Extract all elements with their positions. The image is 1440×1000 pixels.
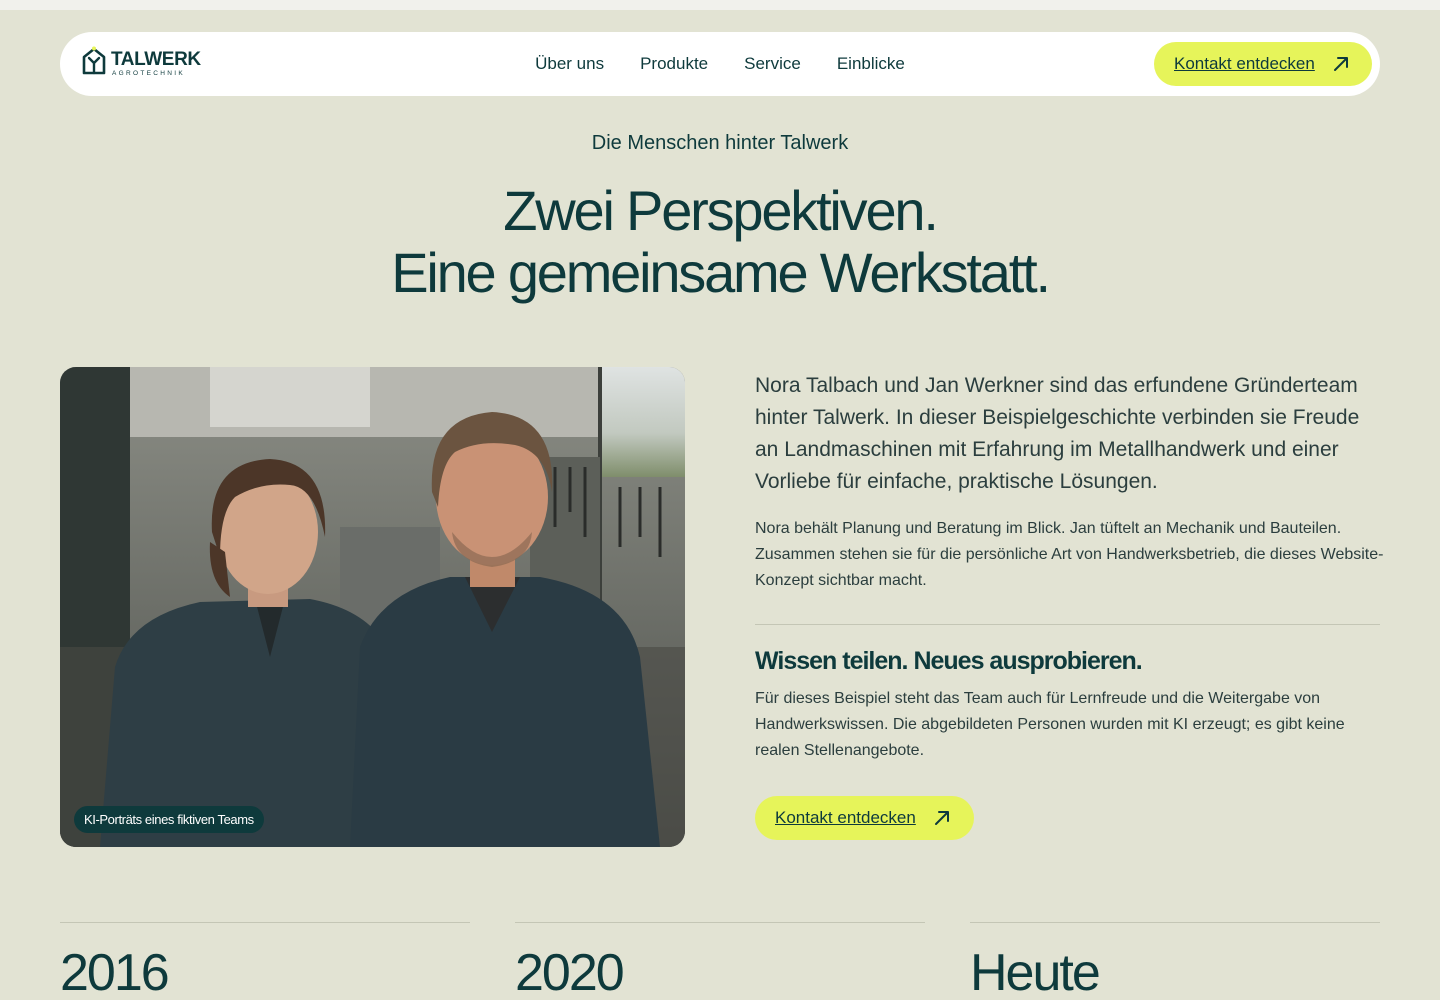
story-subheading: Wissen teilen. Neues ausprobieren. — [755, 647, 1143, 675]
timeline-year: 2020 — [515, 944, 625, 1000]
timeline-item: Heute — [970, 922, 1380, 1000]
section-eyebrow: Die Menschen hinter Talwerk — [591, 132, 849, 154]
top-navigation: TALWERK AGROTECHNIK Über uns Produkte Se… — [60, 32, 1380, 96]
timeline-item: 2020 — [515, 922, 925, 1000]
photo-caption-badge: KI-Porträts eines fiktiven Teams — [74, 806, 264, 833]
team-photo: KI-Porträts eines fiktiven Teams — [60, 367, 685, 847]
nav-link-service[interactable]: Service — [744, 54, 801, 74]
top-strip — [0, 0, 1440, 10]
nav-link-ueber-uns[interactable]: Über uns — [535, 54, 604, 74]
headline-line-1: Zwei Perspektiven. — [503, 179, 939, 242]
nav-link-produkte[interactable]: Produkte — [640, 54, 708, 74]
contact-button-header[interactable]: Kontakt entdecken — [1154, 42, 1372, 86]
nav-link-einblicke[interactable]: Einblicke — [837, 54, 905, 74]
section-headline: Zwei Perspektiven. Eine gemeinsame Werks… — [0, 180, 1440, 304]
divider — [755, 624, 1380, 625]
timeline-year: Heute — [970, 944, 1101, 1000]
workshop-portrait-illustration — [60, 367, 685, 847]
arrow-up-right-icon — [1333, 57, 1348, 71]
contact-button-label: Kontakt entdecken — [1174, 54, 1315, 73]
story-lead: Nora Talbach und Jan Werkner sind das er… — [755, 374, 1360, 493]
contact-button-story[interactable]: Kontakt entdecken — [755, 796, 974, 840]
headline-line-2: Eine gemeinsame Werkstatt. — [391, 241, 1051, 304]
arrow-up-right-icon — [934, 811, 949, 825]
story-body: Nora behält Planung und Beratung im Blic… — [755, 520, 1384, 589]
timeline-item: 2016 — [60, 922, 470, 1000]
story-body-2: Für dieses Beispiel steht das Team auch … — [755, 690, 1345, 759]
contact-button-label: Kontakt entdecken — [775, 808, 916, 827]
story-column: Nora Talbach und Jan Werkner sind das er… — [755, 370, 1385, 840]
timeline-year: 2016 — [60, 944, 170, 1000]
